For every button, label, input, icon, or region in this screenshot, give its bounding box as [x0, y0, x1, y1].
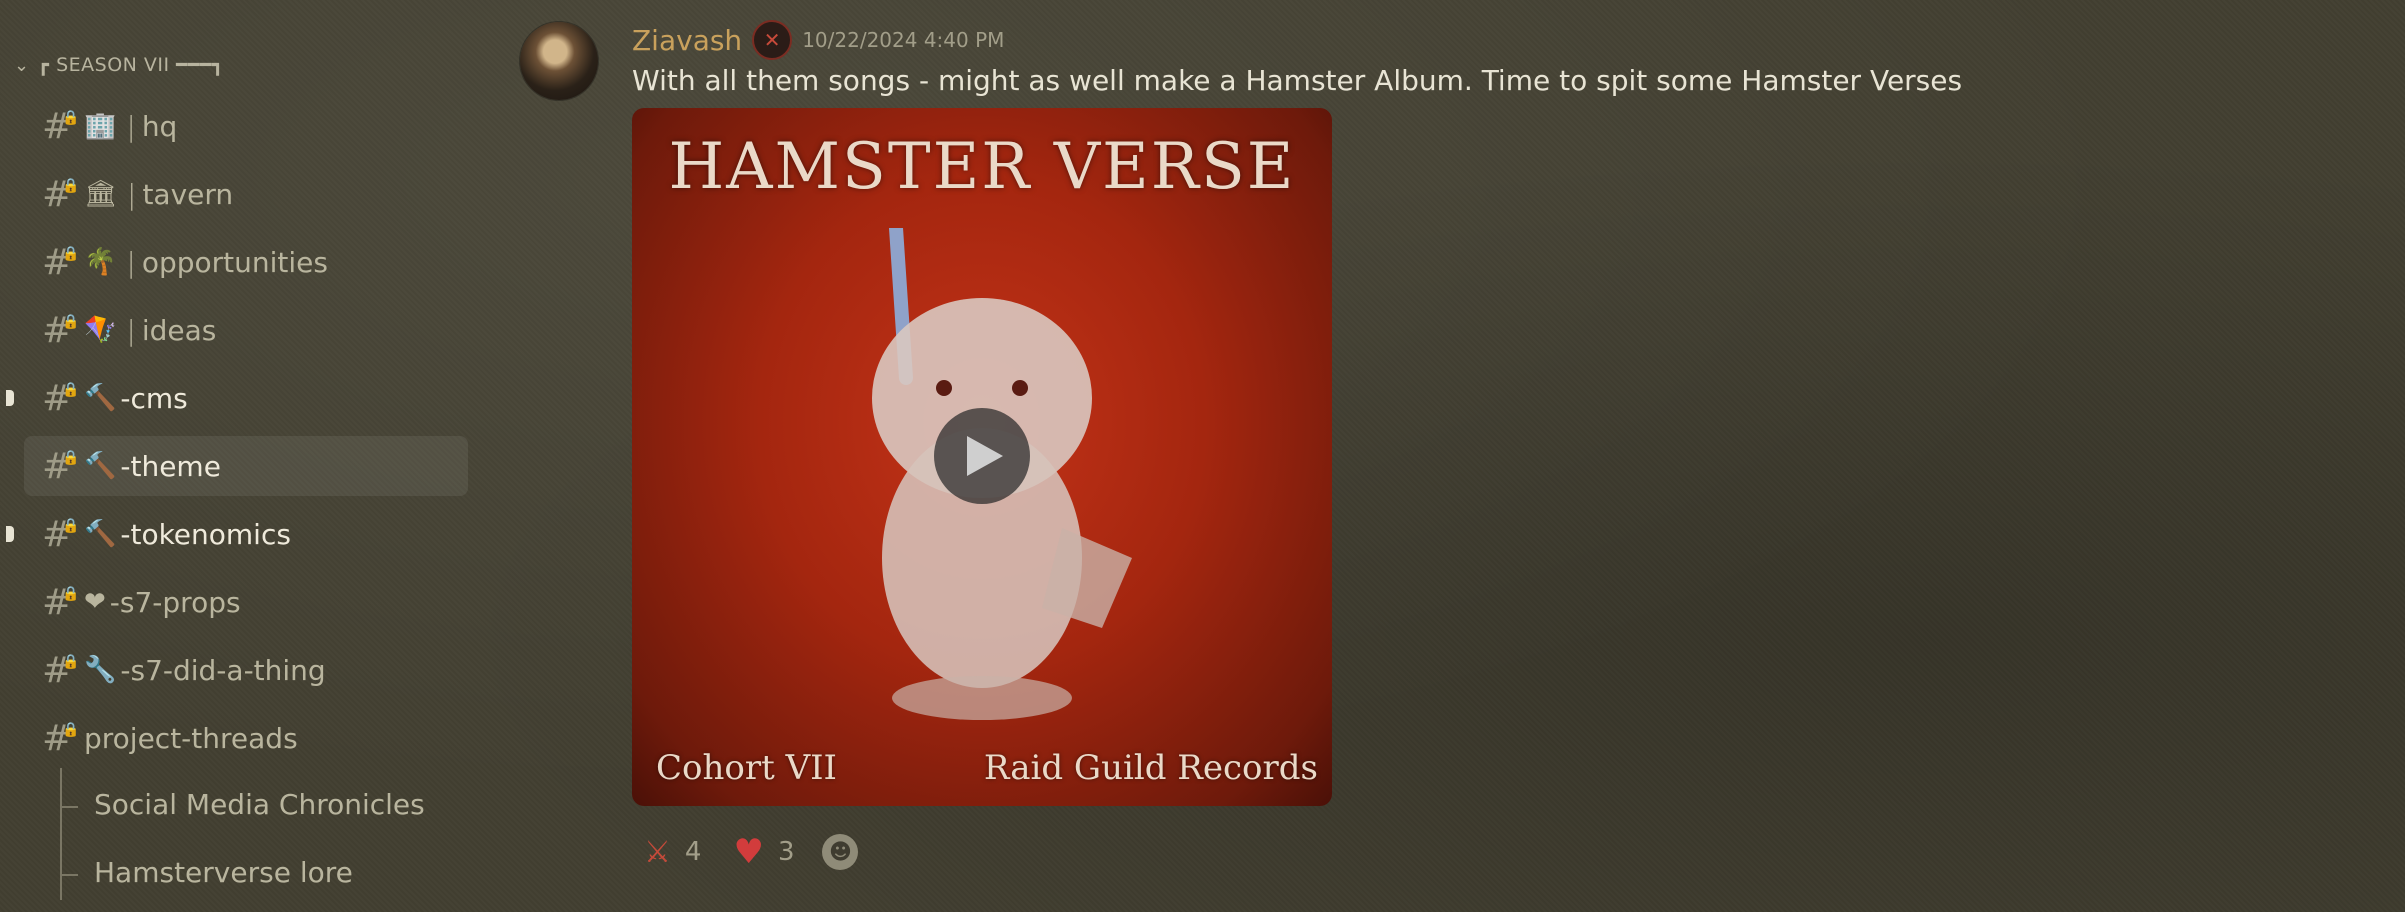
hammer-icon: 🔨 [84, 519, 117, 549]
channel-name: -theme [120, 449, 221, 483]
channel-project-threads[interactable]: # 🔒 project-threads [24, 708, 468, 768]
attachment-title: HAMSTER VERSE [668, 130, 1296, 204]
category-season-vii[interactable]: ⌄ ┏ SEASON VII ━━━┓ [14, 54, 224, 76]
category-label: ┏ SEASON VII ━━━┓ [37, 54, 224, 76]
channel-name: -s7-did-a-thing [120, 653, 326, 687]
channel-sidebar: ⌄ ┏ SEASON VII ━━━┓ # 🔒 🏢 | hq # 🔒 🏛 | tav… [0, 0, 500, 912]
thread-connector-tick [60, 874, 78, 876]
thread-hamsterverse-lore[interactable]: Hamsterverse lore [94, 856, 353, 889]
play-button[interactable] [934, 408, 1030, 504]
channel-name: project-threads [84, 721, 298, 755]
text-channel-locked-icon: # 🔒 [42, 445, 80, 487]
text-channel-locked-icon: # 🔒 [42, 377, 80, 419]
reaction-count: 4 [684, 837, 702, 867]
text-channel-locked-icon: # 🔒 [42, 513, 80, 555]
text-channel-locked-icon: # 🔒 [42, 105, 80, 147]
crossed-swords-icon: ⚔ [644, 834, 671, 870]
thread-connector-tick [60, 806, 78, 808]
avatar[interactable] [520, 22, 598, 100]
play-icon [967, 436, 1003, 476]
text-channel-locked-icon: # 🔒 [42, 649, 80, 691]
channel-name: -cms [120, 381, 188, 415]
channel-name: hq [141, 109, 178, 143]
thread-connector [60, 768, 62, 900]
attachment-footer-right: Raid Guild Records [983, 748, 1318, 788]
channel-name: -s7-props [109, 585, 241, 619]
text-channel-locked-icon: # 🔒 [42, 581, 80, 623]
channel-name: opportunities [141, 245, 328, 279]
add-reaction-smiley-icon[interactable]: ☻ [822, 834, 859, 870]
chevron-down-icon: ⌄ [14, 54, 30, 76]
reactions-bar: ⚔ 4 ♥ 3 ☻ [632, 828, 859, 876]
attachment-footer-left: Cohort VII [656, 748, 837, 788]
wrench-icon: 🔧 [84, 655, 117, 685]
channel-name: -tokenomics [120, 517, 291, 551]
timestamp: 10/22/2024 4:40 PM [802, 28, 1005, 52]
channel-tokenomics[interactable]: # 🔒 🔨 -tokenomics [24, 504, 468, 564]
channel-opportunities[interactable]: # 🔒 🌴 | opportunities [24, 232, 468, 292]
classical-building-icon: 🏛 [84, 179, 118, 209]
palm-tree-icon: 🌴 [84, 247, 117, 277]
text-channel-locked-icon: # 🔒 [42, 309, 80, 351]
message-header: Ziavash ✕ 10/22/2024 4:40 PM [632, 20, 1004, 60]
channel-theme[interactable]: # 🔒 🔨 -theme [24, 436, 468, 496]
role-badge-icon[interactable]: ✕ [752, 20, 793, 60]
heart-icon: ♥ [733, 832, 764, 872]
reaction-count: 3 [777, 837, 795, 867]
hammer-icon: 🔨 [84, 451, 117, 481]
username[interactable]: Ziavash [632, 24, 742, 57]
channel-hq[interactable]: # 🔒 🏢 | hq [24, 96, 468, 156]
channel-ideas[interactable]: # 🔒 🪁 | ideas [24, 300, 468, 360]
kite-icon: 🪁 [84, 315, 117, 345]
hammer-icon: 🔨 [84, 383, 117, 413]
text-channel-locked-icon: # 🔒 [42, 717, 80, 759]
office-building-icon: 🏢 [84, 111, 117, 141]
reaction-heart[interactable]: ♥ 3 [721, 828, 806, 876]
channel-name: ideas [141, 313, 217, 347]
media-attachment[interactable]: HAMSTER VERSE Cohort VII Raid Guild Reco… [632, 108, 1332, 806]
unread-indicator [6, 390, 14, 406]
channel-name: tavern [142, 177, 234, 211]
channel-s7-did-a-thing[interactable]: # 🔒 🔧 -s7-did-a-thing [24, 640, 468, 700]
channel-cms[interactable]: # 🔒 🔨 -cms [24, 368, 468, 428]
channel-tavern[interactable]: # 🔒 🏛 | tavern [24, 164, 468, 224]
message-text: With all them songs - might as well make… [632, 64, 1963, 97]
text-channel-locked-icon: # 🔒 [42, 241, 80, 283]
thread-social-media-chronicles[interactable]: Social Media Chronicles [94, 788, 425, 821]
heart-icon: ❤ [84, 587, 106, 617]
text-channel-locked-icon: # 🔒 [42, 173, 80, 215]
reaction-swords[interactable]: ⚔ 4 [632, 828, 713, 876]
channel-s7-props[interactable]: # 🔒 ❤ -s7-props [24, 572, 468, 632]
unread-indicator [6, 526, 14, 542]
